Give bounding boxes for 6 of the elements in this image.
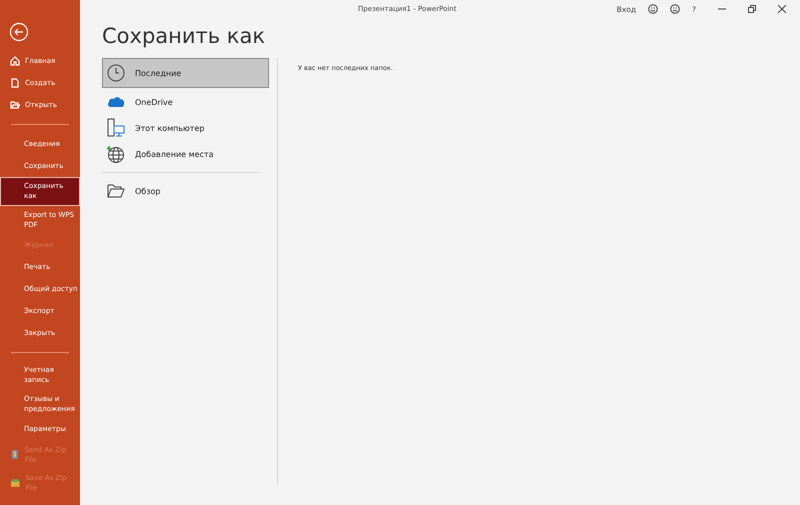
location-item[interactable]: Добавление места — [102, 142, 269, 166]
page-heading: Сохранить как — [102, 24, 266, 48]
location-item[interactable]: OneDrive — [102, 90, 269, 114]
location-item[interactable]: Обзор — [102, 179, 269, 203]
location-item[interactable]: Последние — [102, 58, 269, 88]
location-item[interactable]: Этот компьютер — [102, 116, 269, 140]
